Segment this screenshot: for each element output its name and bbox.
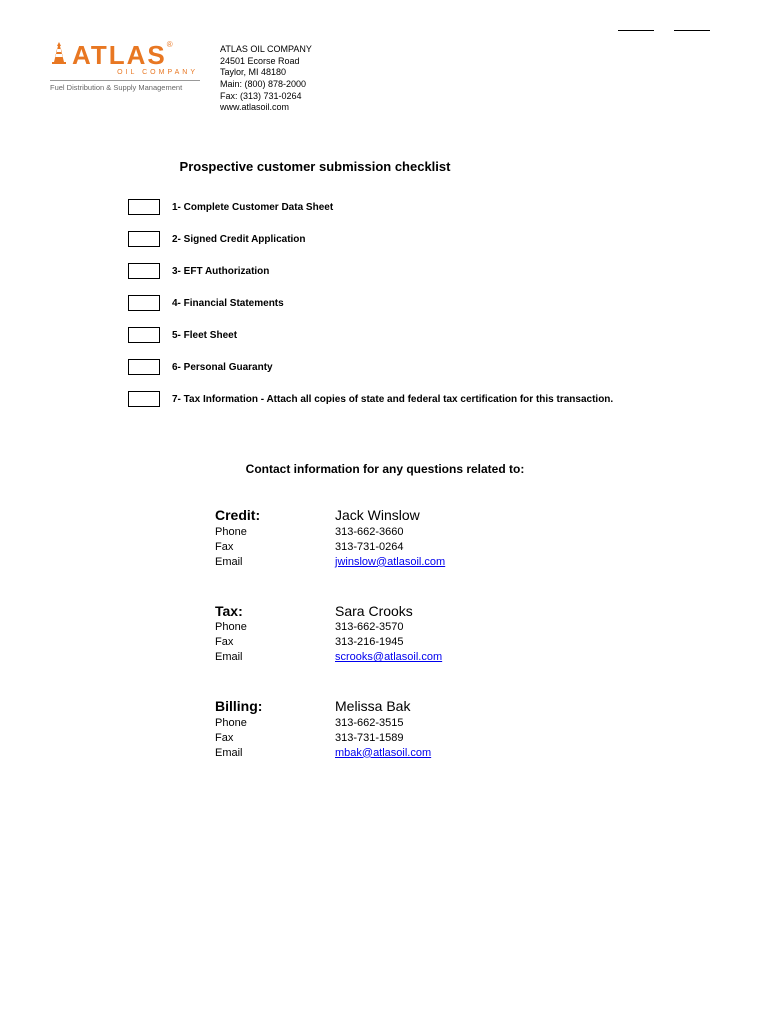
email-label: Email (215, 650, 335, 665)
oil-rig-icon (50, 42, 68, 69)
fax-label: Fax (215, 635, 335, 650)
contact-name: Jack Winslow (335, 506, 420, 525)
checkbox[interactable] (128, 391, 160, 407)
main-phone: Main: (800) 878-2000 (220, 79, 312, 91)
company-name: ATLAS OIL COMPANY (220, 44, 312, 56)
checklist-text: 5- Fleet Sheet (172, 330, 237, 341)
checkbox[interactable] (128, 199, 160, 215)
checklist: 1- Complete Customer Data Sheet 2- Signe… (128, 199, 770, 407)
dept-label: Credit: (215, 506, 335, 525)
dept-label: Tax: (215, 602, 335, 621)
checklist-item: 3- EFT Authorization (128, 263, 770, 279)
page-title: Prospective customer submission checklis… (0, 159, 770, 174)
contact-section-title: Contact information for any questions re… (0, 462, 770, 476)
fax-value: 313-731-0264 (335, 540, 404, 555)
fax-value: 313-731-1589 (335, 731, 404, 746)
contact-name: Sara Crooks (335, 602, 413, 621)
contact-block-tax: Tax: Sara Crooks Phone 313-662-3570 Fax … (215, 602, 770, 665)
header-blank-lines (618, 30, 710, 31)
fax-label: Fax (215, 540, 335, 555)
dept-label: Billing: (215, 697, 335, 716)
email-value: mbak@atlasoil.com (335, 746, 431, 761)
checklist-item: 2- Signed Credit Application (128, 231, 770, 247)
email-value: jwinslow@atlasoil.com (335, 555, 445, 570)
email-link[interactable]: mbak@atlasoil.com (335, 747, 431, 759)
contact-block-billing: Billing: Melissa Bak Phone 313-662-3515 … (215, 697, 770, 760)
checklist-text: 2- Signed Credit Application (172, 234, 306, 245)
phone-value: 313-662-3660 (335, 525, 404, 540)
checkbox[interactable] (128, 327, 160, 343)
logo-tagline: Fuel Distribution & Supply Management (50, 80, 200, 92)
registered-icon: ® (167, 40, 173, 49)
checklist-text: 4- Financial Statements (172, 298, 284, 309)
fax-value: 313-216-1945 (335, 635, 404, 650)
phone-label: Phone (215, 620, 335, 635)
website: www.atlasoil.com (220, 102, 312, 114)
phone-label: Phone (215, 716, 335, 731)
phone-label: Phone (215, 525, 335, 540)
email-label: Email (215, 746, 335, 761)
contacts-section: Credit: Jack Winslow Phone 313-662-3660 … (215, 506, 770, 760)
checklist-text: 3- EFT Authorization (172, 266, 269, 277)
email-link[interactable]: jwinslow@atlasoil.com (335, 556, 445, 568)
document-header: ATLAS® OIL COMPANY Fuel Distribution & S… (0, 0, 770, 114)
address-line: Taylor, MI 48180 (220, 67, 312, 79)
checkbox[interactable] (128, 295, 160, 311)
blank-line (618, 30, 654, 31)
phone-value: 313-662-3570 (335, 620, 404, 635)
checklist-item: 7- Tax Information - Attach all copies o… (128, 391, 770, 407)
checklist-item: 6- Personal Guaranty (128, 359, 770, 375)
checklist-item: 4- Financial Statements (128, 295, 770, 311)
contact-name: Melissa Bak (335, 697, 410, 716)
checklist-item: 1- Complete Customer Data Sheet (128, 199, 770, 215)
fax-number: Fax: (313) 731-0264 (220, 91, 312, 103)
phone-value: 313-662-3515 (335, 716, 404, 731)
email-label: Email (215, 555, 335, 570)
email-value: scrooks@atlasoil.com (335, 650, 442, 665)
company-logo: ATLAS® OIL COMPANY Fuel Distribution & S… (50, 40, 200, 114)
checkbox[interactable] (128, 231, 160, 247)
checkbox[interactable] (128, 359, 160, 375)
checklist-text: 6- Personal Guaranty (172, 362, 273, 373)
company-address: ATLAS OIL COMPANY 24501 Ecorse Road Tayl… (220, 40, 312, 114)
fax-label: Fax (215, 731, 335, 746)
checklist-text: 1- Complete Customer Data Sheet (172, 202, 333, 213)
checklist-item: 5- Fleet Sheet (128, 327, 770, 343)
logo-text: ATLAS (72, 40, 167, 70)
checklist-text: 7- Tax Information - Attach all copies o… (172, 394, 613, 405)
checkbox[interactable] (128, 263, 160, 279)
address-line: 24501 Ecorse Road (220, 56, 312, 68)
blank-line (674, 30, 710, 31)
contact-block-credit: Credit: Jack Winslow Phone 313-662-3660 … (215, 506, 770, 569)
email-link[interactable]: scrooks@atlasoil.com (335, 651, 442, 663)
